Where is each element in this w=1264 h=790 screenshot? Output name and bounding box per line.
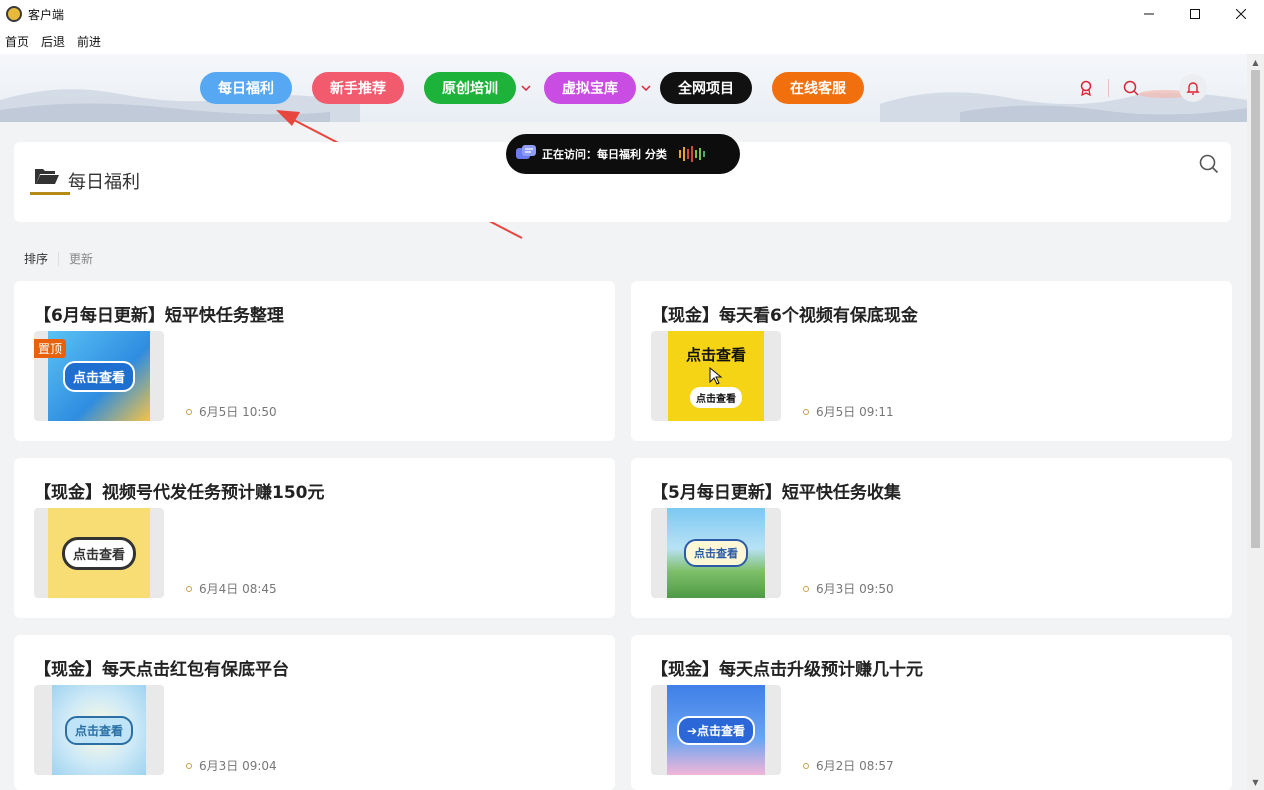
thumbnail-label: 点击查看: [64, 715, 133, 745]
folder-open-icon: [35, 169, 59, 184]
post-thumbnail[interactable]: 点击查看: [34, 508, 164, 598]
post-date: 6月5日 09:11: [803, 403, 894, 420]
visiting-badge: 正在访问：每日福利 分类: [506, 134, 740, 174]
date-dot-icon: [186, 408, 192, 415]
chat-bubble-icon: [516, 145, 536, 159]
post-title[interactable]: 【5月每日更新】短平快任务收集: [651, 478, 901, 503]
post-date: 6月4日 08:45: [186, 580, 277, 597]
scroll-up-icon[interactable]: ▲: [1247, 54, 1264, 70]
thumbnail-label: 点击查看: [62, 360, 135, 392]
post-thumbnail[interactable]: ➔点击查看: [651, 685, 781, 775]
post-title[interactable]: 【现金】每天点击红包有保底平台: [34, 655, 289, 680]
post-card[interactable]: 【现金】每天看6个视频有保底现金 点击查看 点击查看 6月5日 09:11: [631, 281, 1232, 441]
post-date: 6月3日 09:50: [803, 580, 894, 597]
sort-option-update[interactable]: 更新: [69, 250, 93, 267]
post-thumbnail[interactable]: 点击查看: [651, 508, 781, 598]
visiting-text: 正在访问：每日福利 分类: [542, 148, 667, 161]
category-underline: [30, 192, 70, 195]
post-card[interactable]: 【5月每日更新】短平快任务收集 点击查看 6月3日 09:50: [631, 458, 1232, 618]
post-title[interactable]: 【现金】每天点击升级预计赚几十元: [651, 655, 923, 680]
post-thumbnail[interactable]: 点击查看: [34, 685, 164, 775]
post-date: 6月2日 08:57: [803, 757, 894, 774]
post-card[interactable]: 【现金】视频号代发任务预计赚150元 点击查看 6月4日 08:45: [14, 458, 615, 618]
date-dot-icon: [803, 585, 809, 592]
thumbnail-label: ➔点击查看: [676, 715, 756, 745]
thumbnail-label: 点击查看: [684, 539, 748, 567]
post-thumbnail[interactable]: 点击查看 点击查看: [651, 331, 781, 421]
post-date: 6月3日 09:04: [186, 757, 277, 774]
post-title[interactable]: 【6月每日更新】短平快任务整理: [34, 301, 284, 326]
vertical-scrollbar[interactable]: ▲ ▼: [1247, 54, 1264, 790]
post-title[interactable]: 【现金】视频号代发任务预计赚150元: [34, 478, 325, 503]
sort-label: 排序: [24, 252, 49, 266]
thumbnail-sub-label: 点击查看: [690, 387, 742, 408]
date-dot-icon: [803, 408, 809, 415]
sort-divider: [58, 251, 60, 266]
date-dot-icon: [803, 762, 809, 769]
category-title: 每日福利: [68, 172, 140, 193]
search-icon: [1199, 154, 1219, 174]
post-card[interactable]: 【现金】每天点击升级预计赚几十元 ➔点击查看 6月2日 08:57: [631, 635, 1232, 790]
pinned-badge: 置顶: [34, 339, 67, 358]
scroll-thumb[interactable]: [1251, 70, 1260, 548]
thumbnail-label: 点击查看: [685, 346, 746, 364]
cursor-icon: [709, 367, 723, 385]
scroll-down-icon[interactable]: ▼: [1247, 774, 1264, 790]
post-card[interactable]: 【6月每日更新】短平快任务整理 点击查看 置顶 6月5日 10:50: [14, 281, 615, 441]
date-dot-icon: [186, 762, 192, 769]
post-thumbnail[interactable]: 点击查看 置顶: [34, 331, 164, 421]
post-card[interactable]: 【现金】每天点击红包有保底平台 点击查看 6月3日 09:04: [14, 635, 615, 790]
date-dot-icon: [186, 585, 192, 592]
post-date: 6月5日 10:50: [186, 403, 277, 420]
sort-bar: 排序 更新: [24, 250, 93, 267]
category-search-button[interactable]: [1199, 154, 1219, 178]
equalizer-icon: [678, 146, 707, 162]
thumbnail-label: 点击查看: [61, 536, 136, 570]
post-title[interactable]: 【现金】每天看6个视频有保底现金: [651, 301, 918, 326]
